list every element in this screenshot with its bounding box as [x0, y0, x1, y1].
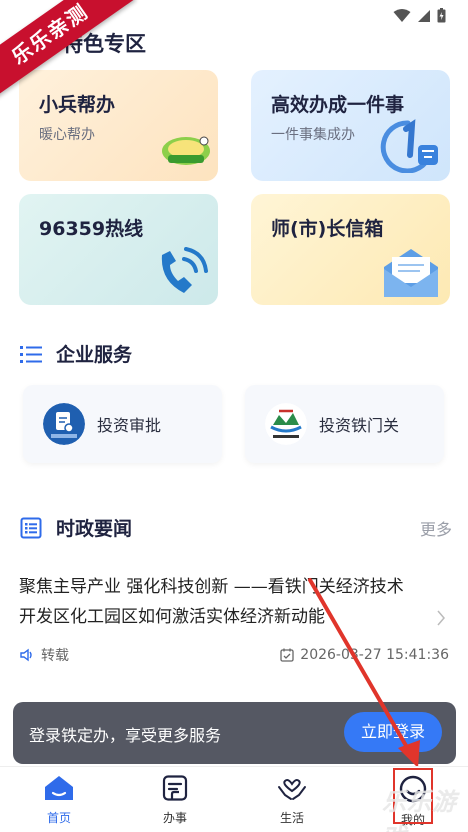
card-subtitle: 一件事集成办: [271, 127, 355, 143]
speaker-icon: [20, 648, 32, 662]
service-label: 投资审批: [97, 416, 162, 435]
card-gaoxiao[interactable]: 高效办成一件事 一件事集成办: [251, 70, 450, 181]
news-section-title: 时政要闻: [56, 518, 133, 540]
watermark-text: 乐乐游戏: [382, 788, 457, 832]
card-hotline[interactable]: 96359热线: [19, 194, 218, 305]
service-investment-approval[interactable]: 投资审批: [23, 385, 222, 463]
tab-services[interactable]: 办事: [145, 775, 205, 826]
service-label: 投资铁门关: [319, 416, 400, 435]
card-title: 师(市)长信箱: [271, 218, 384, 240]
news-section-header: 时政要闻: [20, 514, 132, 541]
news-item-tag: 转载: [41, 648, 69, 664]
card-title: 96359热线: [39, 218, 144, 240]
document-icon: [162, 775, 188, 801]
tab-label: 首页: [46, 811, 71, 825]
card-title: 小兵帮办: [39, 94, 116, 116]
service-invest-tiemenguan[interactable]: 投资铁门关: [245, 385, 444, 463]
login-prompt-text: 登录铁定办，享受更多服务: [29, 726, 222, 745]
tab-label: 办事: [162, 811, 187, 825]
wifi-icon: [393, 8, 411, 22]
enterprise-section-header: 企业服务: [20, 340, 132, 367]
calendar-icon: [280, 648, 294, 662]
one-time-icon: [380, 119, 438, 173]
card-mailbox[interactable]: 师(市)长信箱: [251, 194, 450, 305]
news-icon: [20, 517, 42, 538]
approval-logo-icon: [43, 403, 85, 445]
home-icon: [45, 776, 73, 800]
card-xiaobing[interactable]: 小兵帮办 暖心帮办: [19, 70, 218, 181]
list-icon: [20, 345, 42, 363]
phone-icon: [161, 247, 208, 293]
battery-icon: [437, 8, 446, 23]
tiemenguan-logo-icon: [265, 403, 307, 445]
tab-label: 生活: [279, 811, 304, 825]
tab-life[interactable]: 生活: [262, 775, 322, 826]
xiaobing-mascot-icon: [162, 136, 210, 165]
tab-home[interactable]: 首页: [29, 775, 89, 826]
enterprise-section-title: 企业服务: [56, 344, 133, 366]
envelope-icon: [384, 249, 438, 297]
news-more-link[interactable]: 更多: [420, 516, 452, 540]
card-title: 高效办成一件事: [271, 94, 405, 116]
heart-hands-icon: [278, 779, 306, 800]
annotation-arrow-icon: [308, 578, 420, 768]
signal-icon: [418, 9, 430, 22]
card-subtitle: 暖心帮办: [39, 127, 95, 143]
